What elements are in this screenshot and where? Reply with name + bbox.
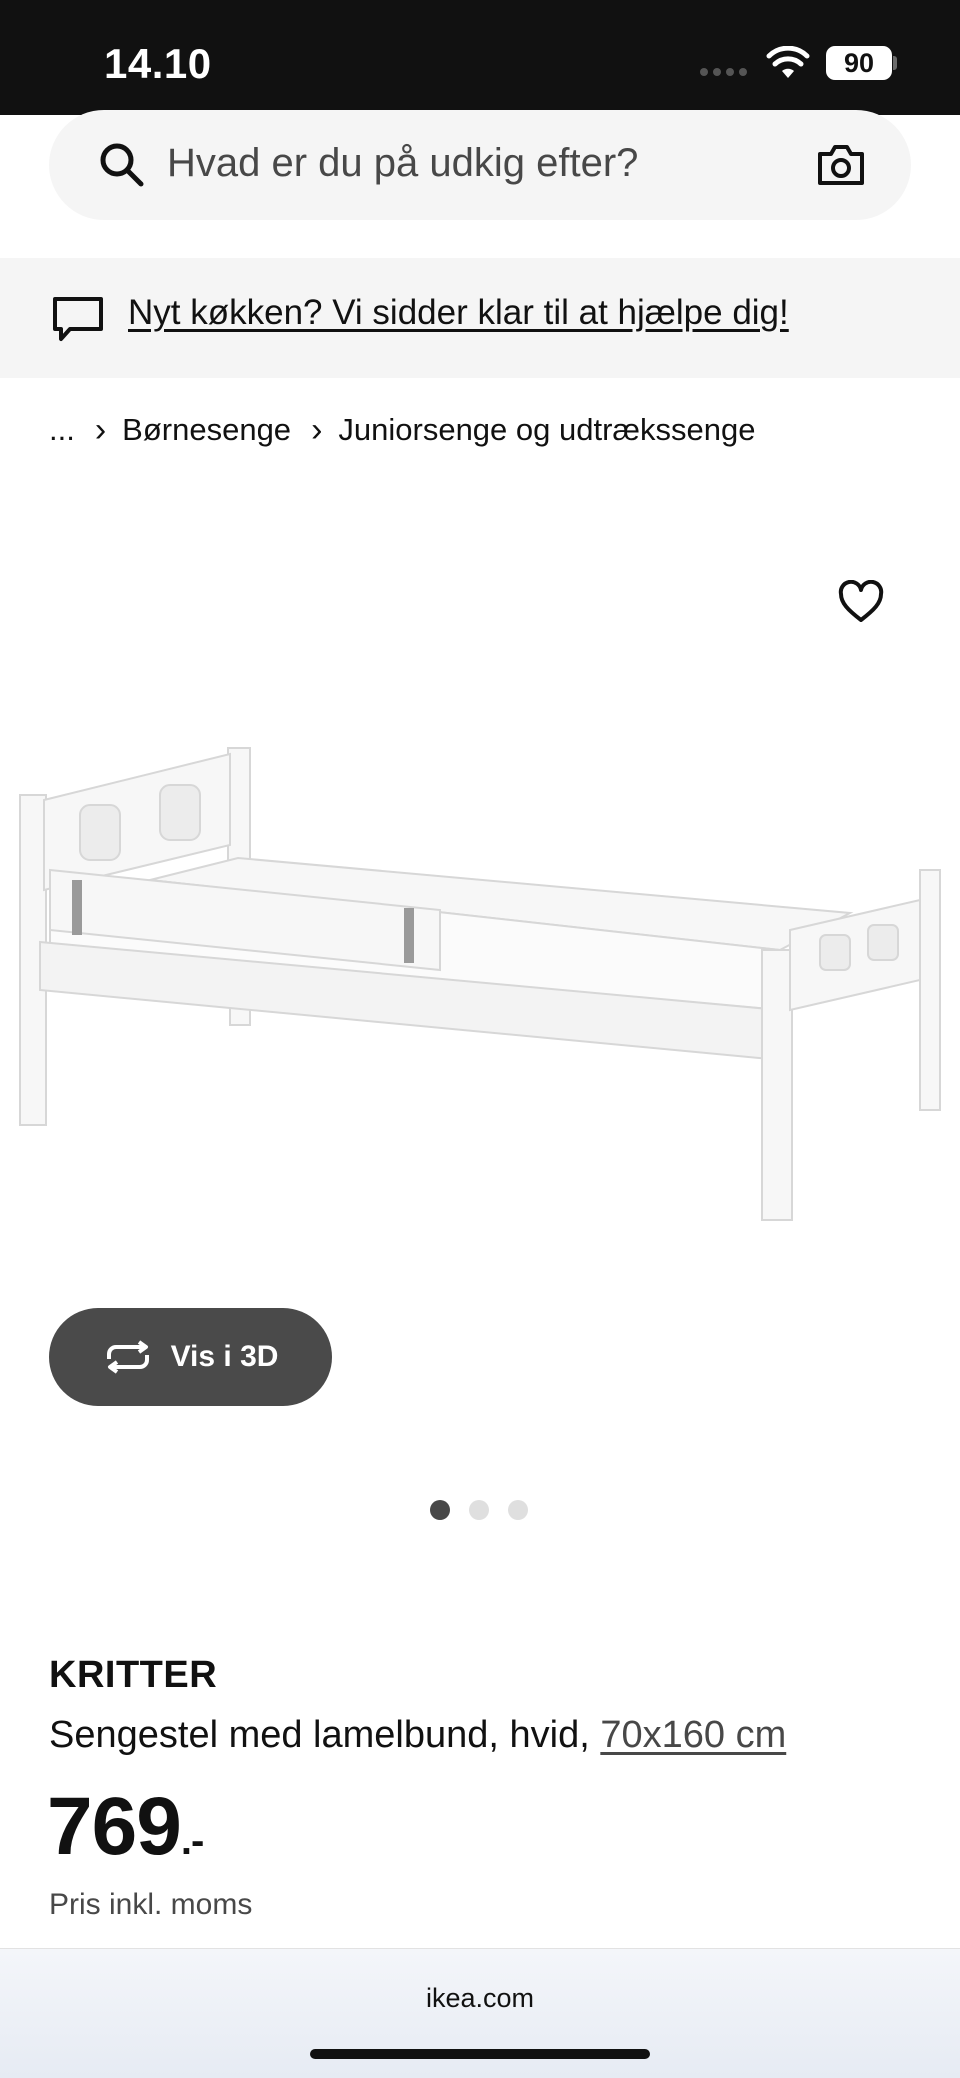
carousel-dot[interactable] (469, 1500, 489, 1520)
carousel-indicator (430, 1500, 528, 1520)
bed-product-image (19, 747, 941, 1221)
heart-icon[interactable] (838, 580, 884, 624)
carousel-dot[interactable] (430, 1500, 450, 1520)
camera-icon[interactable] (816, 142, 866, 188)
price-note: Pris inkl. moms (49, 1888, 253, 1921)
status-time: 14.10 (104, 40, 212, 87)
cellular-signal-icon (700, 68, 747, 76)
carousel-dot[interactable] (508, 1500, 528, 1520)
price-value: 769 (47, 1781, 182, 1872)
view-3d-button[interactable]: Vis i 3D (49, 1308, 332, 1406)
wifi-icon (766, 46, 810, 78)
rotate-icon (106, 1340, 149, 1374)
status-bar: 14.10 90 (0, 0, 960, 115)
breadcrumb-item-juniorsenge[interactable]: Juniorsenge og udtrækssenge (338, 412, 755, 448)
battery-indicator: 90 (826, 46, 892, 80)
product-description-text: Sengestel med lamelbund, hvid, (49, 1714, 601, 1756)
product-size-link[interactable]: 70x160 cm (600, 1714, 786, 1756)
breadcrumb-item-bornesenge[interactable]: Børnesenge (122, 412, 291, 448)
breadcrumb: ... › Børnesenge › Juniorsenge og udtræk… (49, 410, 755, 450)
product-image-gallery[interactable]: Vis i 3D (0, 470, 960, 1550)
product-name: KRITTER (49, 1654, 218, 1696)
product-price: 769.- (47, 1780, 204, 1874)
help-banner: Nyt køkken? Vi sidder klar til at hjælpe… (0, 258, 960, 378)
battery-nub (893, 56, 897, 70)
home-indicator[interactable] (310, 2049, 650, 2059)
breadcrumb-ellipsis[interactable]: ... (49, 412, 75, 448)
view-3d-label: Vis i 3D (170, 1340, 279, 1373)
search-icon (100, 143, 144, 187)
price-suffix: .- (180, 1819, 204, 1863)
product-description: Sengestel med lamelbund, hvid, 70x160 cm (49, 1714, 786, 1757)
help-link[interactable]: Nyt køkken? Vi sidder klar til at hjælpe… (128, 293, 789, 333)
chat-icon (53, 297, 103, 341)
browser-url[interactable]: ikea.com (0, 1983, 960, 2014)
browser-address-bar[interactable]: ikea.com (0, 1948, 960, 2078)
search-bar[interactable]: Hvad er du på udkig efter? (49, 110, 911, 220)
search-input[interactable]: Hvad er du på udkig efter? (167, 141, 638, 186)
chevron-right-icon: › (311, 411, 323, 449)
chevron-right-icon: › (94, 411, 107, 449)
